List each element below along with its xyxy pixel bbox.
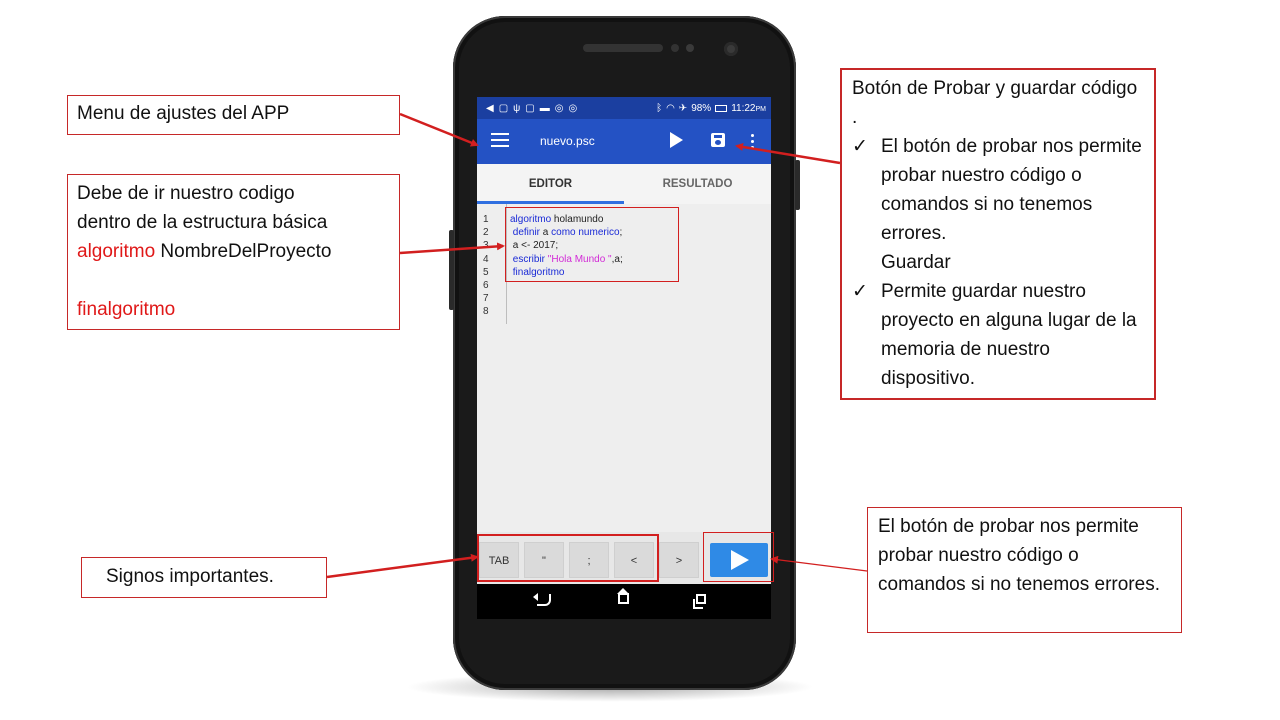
status-bar: ◀ ▢ ψ ▢ ▬ ◎ ◎ ᛒ ◠ ✈ 98% 11:22PM [477,97,771,119]
wifi-icon: ◠ [666,102,675,114]
airplane-icon: ✈ [678,102,688,114]
callout-text: algoritmo NombreDelProyecto [77,241,332,262]
notification-icons: ◀ ▢ ψ ▢ ▬ ◎ ◎ [486,103,577,114]
line-number-gutter: 1 2345 678 [477,204,507,324]
volume-button [449,230,454,310]
whatsapp-icon: ◎ [568,102,578,114]
clock: 11:22PM [731,102,766,114]
line-number: 4 [483,253,489,265]
callout-run-button: El botón de probar nos permite probar nu… [867,507,1182,633]
line-number: 7 [483,293,489,305]
back-icon[interactable] [533,593,551,606]
check-icon: ✓ [852,281,868,302]
run-highlight-box [703,532,774,582]
line-number: 6 [483,280,489,292]
save-icon[interactable] [711,133,725,147]
line-numbers: 1 2345 678 [483,213,489,319]
sensor-dot [686,44,694,52]
power-button [795,160,800,210]
callout-bullet: ✓ El botón de probar nos permite probar … [852,132,1144,248]
battery-percent: 98% [691,102,712,114]
callout-text: Debe de ir nuestro codigo [77,183,295,204]
menu-icon[interactable] [491,133,509,149]
keys-highlight-box [477,534,659,582]
callout-text: dentro de la estructura básica [77,212,328,233]
callout-title: Botón de Probar y guardar código . [852,78,1138,128]
recent-apps-icon[interactable] [693,594,706,609]
tab-bar: EDITOR RESULTADO [477,164,771,204]
app-bar: nuevo.psc [477,119,771,164]
callout-text: finalgoritmo [77,299,176,320]
sensor-dot [671,44,679,52]
code-icon: ▢ [498,102,509,114]
callout-signs: Signos importantes. [81,557,327,598]
earpiece-speaker [583,44,663,52]
tab-resultado[interactable]: RESULTADO [624,164,771,204]
tag-icon: ◀ [486,102,494,114]
callout-test-save: Botón de Probar y guardar código . ✓ El … [840,68,1156,400]
android-nav-bar [477,584,771,619]
line-number: 3 [483,240,489,252]
usb-icon: ψ [513,102,521,114]
battery-icon [715,104,728,112]
key-greater-than[interactable]: > [659,542,699,578]
callout-settings-menu: Menu de ajustes del APP [67,95,400,135]
whatsapp-icon: ◎ [554,102,564,114]
callout-bullet: ✓ Permite guardar nuestro proyecto en al… [852,277,1144,393]
more-options-icon[interactable] [751,134,754,149]
line-number: 8 [483,306,489,318]
callout-text: Guardar [881,252,951,273]
tab-editor[interactable]: EDITOR [477,164,624,204]
callout-code-structure: Debe de ir nuestro codigo dentro de la e… [67,174,400,330]
front-camera [724,42,738,56]
line-number: 1 [483,214,489,225]
bluetooth-icon: ᛒ [656,102,663,114]
code-icon: ▢ [525,102,535,114]
home-icon[interactable] [617,588,629,604]
play-icon[interactable] [670,132,683,148]
code-highlight-box [505,207,679,282]
message-icon: ▬ [539,102,550,114]
check-icon: ✓ [852,136,868,157]
line-number: 2 [483,227,489,239]
system-status: ᛒ ◠ ✈ 98% 11:22PM [656,103,766,114]
line-number: 5 [483,266,489,278]
file-name-title: nuevo.psc [540,134,595,148]
